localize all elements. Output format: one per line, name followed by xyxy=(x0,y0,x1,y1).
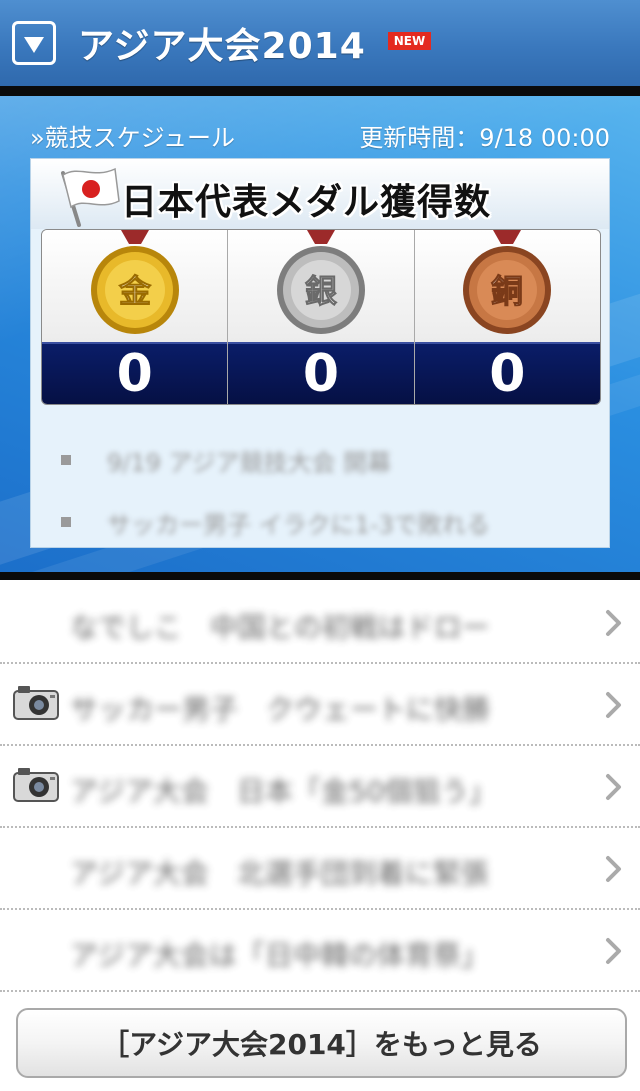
silver-medal-kanji: 銀 xyxy=(305,272,337,310)
news-text: 9/19 アジア競技大会 開幕 xyxy=(107,448,392,477)
japan-flag-icon xyxy=(61,167,120,227)
article-list: なでしこ 中国との初戦はドロー サッカー男子 クウェートに快勝 アジア大会 日本… xyxy=(0,582,640,992)
app-header: アジア大会2014 NEW xyxy=(0,0,640,86)
medal-card: 日本代表メダル獲得数 金 0 銀 0 銅 0 9/19 アジア競技大会 開幕 サ… xyxy=(30,158,610,548)
bronze-medal-icon: 銅 xyxy=(463,230,552,334)
bronze-medal-kanji: 銅 xyxy=(491,272,523,310)
silver-medal-icon: 銀 xyxy=(276,230,365,334)
medal-table: 金 0 銀 0 銅 0 xyxy=(41,229,601,405)
medal-card-title: 日本代表メダル獲得数 xyxy=(121,182,492,223)
silver-medal-column: 銀 0 xyxy=(228,230,415,404)
medal-icon-area: 銅 xyxy=(414,230,600,342)
article-title: サッカー男子 クウェートに快勝 xyxy=(70,693,491,726)
dropdown-toggle-button[interactable] xyxy=(12,21,56,65)
list-item[interactable]: 9/19 アジア競技大会 開幕 xyxy=(61,429,581,491)
article-row[interactable]: アジア大会 日本「金50個狙う」 xyxy=(0,746,640,828)
schedule-row: »競技スケジュール 更新時間：9/18 00:00 xyxy=(30,118,610,152)
schedule-link[interactable]: »競技スケジュール xyxy=(30,118,235,152)
more-articles-button[interactable]: ［アジア大会2014］をもっと見る xyxy=(16,1008,627,1078)
news-text: サッカー男子 イラクに1-3で敗れる xyxy=(107,510,490,539)
gold-medal-count: 0 xyxy=(42,342,228,404)
article-title: アジア大会は「日中韓の体育祭」 xyxy=(70,939,489,972)
article-row[interactable]: サッカー男子 クウェートに快勝 xyxy=(0,664,640,746)
medal-card-header: 日本代表メダル獲得数 xyxy=(31,159,609,229)
article-title: なでしこ 中国との初戦はドロー xyxy=(70,611,490,644)
page-title: アジア大会2014 xyxy=(78,26,366,67)
bullet-icon xyxy=(61,517,71,527)
chevron-right-icon xyxy=(606,692,621,718)
article-row[interactable]: なでしこ 中国との初戦はドロー xyxy=(0,582,640,664)
chevron-right-icon xyxy=(606,938,621,964)
bronze-medal-column: 銅 0 xyxy=(414,230,600,404)
article-title: アジア大会 日本「金50個狙う」 xyxy=(70,775,497,808)
gold-medal-kanji: 金 xyxy=(118,272,152,310)
chevron-right-icon xyxy=(606,610,621,636)
article-row[interactable]: アジア大会 北選手団到着に緊張 xyxy=(0,828,640,910)
updated-time: 更新時間：9/18 00:00 xyxy=(359,124,610,152)
bullet-icon xyxy=(61,455,71,465)
chevron-right-icon xyxy=(606,856,621,882)
triangle-down-icon xyxy=(24,37,44,53)
panel-divider xyxy=(0,572,640,580)
silver-medal-count: 0 xyxy=(228,342,414,404)
article-title: アジア大会 北選手団到着に緊張 xyxy=(70,857,489,890)
chevron-right-icon xyxy=(606,774,621,800)
medal-icon-area: 銀 xyxy=(228,230,414,342)
new-badge: NEW xyxy=(387,32,432,50)
gold-medal-column: 金 0 xyxy=(42,230,229,404)
camera-icon xyxy=(13,686,59,720)
medal-news-list: 9/19 アジア競技大会 開幕 サッカー男子 イラクに1-3で敗れる xyxy=(61,429,581,553)
bronze-medal-count: 0 xyxy=(414,342,600,404)
medal-icon-area: 金 xyxy=(42,230,228,342)
header-divider xyxy=(0,86,640,96)
article-row[interactable]: アジア大会は「日中韓の体育祭」 xyxy=(0,910,640,992)
camera-icon xyxy=(13,768,59,802)
gold-medal-icon: 金 xyxy=(90,230,179,334)
list-item[interactable]: サッカー男子 イラクに1-3で敗れる xyxy=(61,491,581,553)
